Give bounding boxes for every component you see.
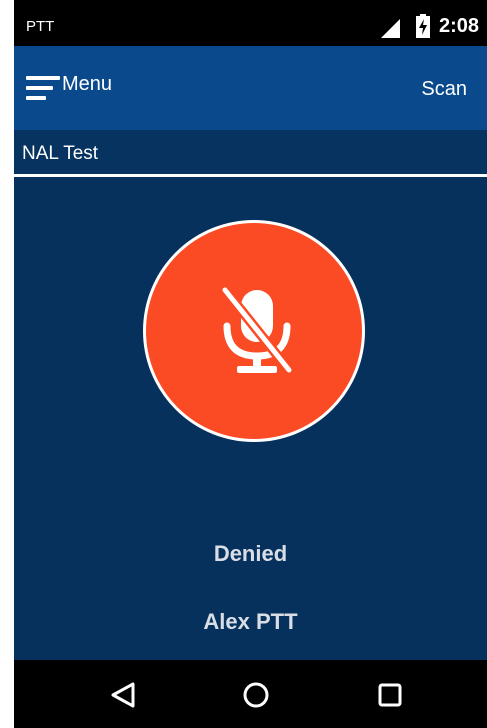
battery-charging-icon — [416, 14, 430, 38]
recents-icon[interactable] — [375, 680, 405, 710]
scan-button[interactable]: Scan — [421, 78, 467, 101]
ptt-status-text: Denied — [213, 541, 288, 566]
menu-label: Menu — [62, 72, 113, 95]
ptt-user-name: Alex PTT — [203, 609, 298, 634]
phone-screen: PTT 2:08 Menu Scan NAL Test Denied Alex … — [14, 0, 487, 728]
hamburger-menu-icon — [26, 74, 60, 102]
signal-icon — [381, 19, 400, 38]
channel-header: NAL Test — [14, 130, 487, 174]
home-icon[interactable] — [241, 680, 271, 710]
ptt-talk-button[interactable] — [143, 220, 365, 442]
app-bar: Menu Scan — [14, 46, 487, 130]
navigation-bar — [14, 660, 487, 728]
status-time: 2:08 — [439, 15, 480, 37]
status-app-name: PTT — [26, 18, 55, 35]
ptt-panel: Denied Alex PTT — [14, 177, 487, 660]
back-icon[interactable] — [108, 680, 138, 710]
menu-button[interactable]: Menu — [26, 70, 146, 106]
channel-name: NAL Test — [22, 143, 99, 164]
mic-off-icon — [221, 286, 293, 374]
status-bar: PTT 2:08 — [14, 0, 487, 46]
